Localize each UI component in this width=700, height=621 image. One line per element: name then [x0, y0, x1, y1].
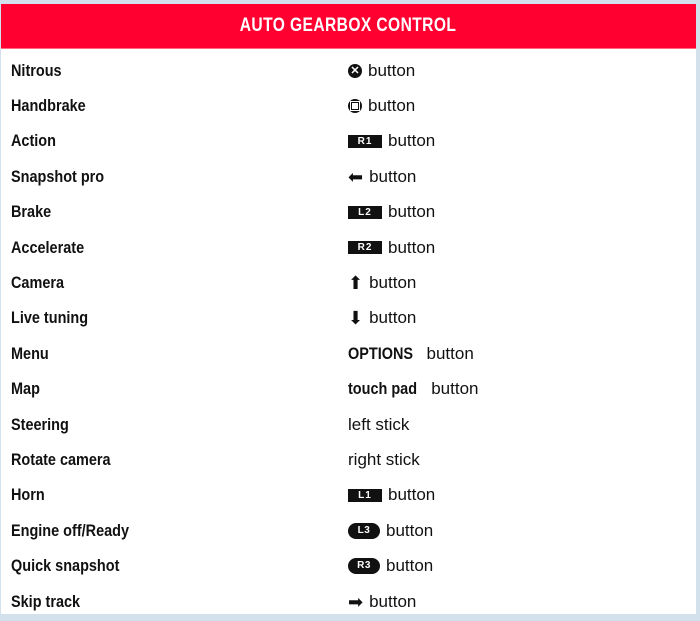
- control-text: button: [368, 96, 416, 116]
- control-text: button: [369, 308, 417, 328]
- r1-button-icon: R1: [348, 134, 382, 148]
- action-text: Horn: [11, 485, 45, 505]
- arrow-down-icon: ⬇: [348, 308, 364, 329]
- action-label: Quick snapshot: [1, 556, 348, 576]
- action-text: Steering: [11, 414, 69, 434]
- action-text: Nitrous: [11, 60, 62, 80]
- action-label: Horn: [1, 485, 348, 505]
- controls-table: Nitrous ✕ button Handbrake button Action R1 but…: [1, 53, 696, 619]
- action-text: Rotate camera: [11, 449, 111, 469]
- control-cell: ⬇ button: [348, 308, 416, 328]
- action-text: Skip track: [11, 591, 81, 611]
- control-text: button: [388, 131, 436, 151]
- table-row: Live tuning ⬇ button: [1, 301, 696, 336]
- action-label: Steering: [1, 415, 348, 435]
- control-cell: R2 button: [348, 238, 435, 258]
- table-row: Engine off/Ready L3 button: [1, 513, 696, 548]
- action-label: Snapshot pro: [1, 167, 348, 187]
- control-text: button: [386, 556, 434, 576]
- action-label: Menu: [1, 344, 348, 364]
- control-text: button: [369, 166, 417, 186]
- square-button-icon: [348, 99, 362, 114]
- control-cell: touch pad button: [348, 379, 478, 399]
- action-text: Live tuning: [11, 308, 89, 328]
- action-text: Quick snapshot: [11, 556, 120, 576]
- action-label: Action: [1, 131, 348, 151]
- control-cell: ✕ button: [348, 61, 415, 81]
- control-text: button: [431, 379, 479, 399]
- control-text: button: [388, 485, 436, 505]
- control-text: button: [368, 60, 416, 80]
- controls-panel: AUTO GEARBOX CONTROL Nitrous ✕ button Handb…: [1, 4, 696, 614]
- r2-button-icon: R2: [348, 241, 382, 255]
- control-cell: OPTIONS button: [348, 344, 474, 364]
- l2-button-icon: L2: [348, 205, 382, 219]
- action-text: Brake: [11, 202, 52, 222]
- control-cell: left stick: [348, 415, 409, 435]
- arrow-left-icon: ⬅: [348, 166, 364, 187]
- table-row: Brake L2 button: [1, 195, 696, 230]
- action-text: Handbrake: [11, 96, 86, 116]
- table-title: AUTO GEARBOX CONTROL: [240, 15, 457, 36]
- action-text: Engine off/Ready: [11, 520, 130, 540]
- table-row: Steering left stick: [1, 407, 696, 442]
- control-cell: right stick: [348, 450, 420, 470]
- table-row: Quick snapshot R3 button: [1, 548, 696, 583]
- action-label: Skip track: [1, 592, 348, 612]
- control-text: button: [388, 202, 436, 222]
- action-label: Brake: [1, 202, 348, 222]
- table-row: Nitrous ✕ button: [1, 53, 696, 88]
- control-cell: button: [348, 96, 415, 116]
- control-text: button: [386, 520, 434, 540]
- table-row: Horn L1 button: [1, 478, 696, 513]
- action-text: Accelerate: [11, 237, 85, 257]
- control-text: button: [369, 591, 417, 611]
- action-text: Camera: [11, 273, 65, 293]
- action-label: Rotate camera: [1, 450, 348, 470]
- action-label: Engine off/Ready: [1, 521, 348, 541]
- action-label: Accelerate: [1, 238, 348, 258]
- l1-button-icon: L1: [348, 488, 382, 502]
- control-cell: ➡ button: [348, 592, 416, 612]
- action-text: Action: [11, 131, 56, 151]
- control-cell: ⬆ button: [348, 273, 416, 293]
- table-row: Accelerate R2 button: [1, 230, 696, 265]
- table-row: Snapshot pro ⬅ button: [1, 159, 696, 194]
- control-text: button: [426, 343, 474, 363]
- r3-button-icon: R3: [348, 558, 380, 575]
- control-cell: L2 button: [348, 202, 435, 222]
- l3-button-icon: L3: [348, 522, 380, 539]
- action-label: Live tuning: [1, 308, 348, 328]
- control-cell: L3 button: [348, 521, 433, 541]
- control-cell: R3 button: [348, 556, 433, 576]
- table-row: Menu OPTIONS button: [1, 336, 696, 371]
- control-cell: R1 button: [348, 131, 435, 151]
- table-row: Camera ⬆ button: [1, 265, 696, 300]
- control-text: right stick: [348, 449, 420, 469]
- action-text: Map: [11, 379, 40, 399]
- table-row: Map touch pad button: [1, 372, 696, 407]
- control-text: button: [369, 273, 417, 293]
- action-label: Camera: [1, 273, 348, 293]
- action-text: Snapshot pro: [11, 166, 105, 186]
- arrow-right-icon: ➡: [348, 591, 364, 612]
- table-row: Action R1 button: [1, 124, 696, 159]
- table-row: Handbrake button: [1, 88, 696, 123]
- control-cell: L1 button: [348, 485, 435, 505]
- action-label: Map: [1, 379, 348, 399]
- table-row: Skip track ➡ button: [1, 584, 696, 619]
- control-text: button: [388, 237, 436, 257]
- table-header: AUTO GEARBOX CONTROL: [1, 4, 696, 49]
- control-name: touch pad: [348, 379, 418, 399]
- arrow-up-icon: ⬆: [348, 273, 364, 294]
- action-label: Nitrous: [1, 61, 348, 81]
- action-label: Handbrake: [1, 96, 348, 116]
- action-text: Menu: [11, 343, 49, 363]
- control-name: OPTIONS: [348, 343, 414, 363]
- cross-button-icon: ✕: [348, 63, 362, 78]
- control-cell: ⬅ button: [348, 167, 416, 187]
- control-text: left stick: [348, 414, 410, 434]
- table-row: Rotate camera right stick: [1, 442, 696, 477]
